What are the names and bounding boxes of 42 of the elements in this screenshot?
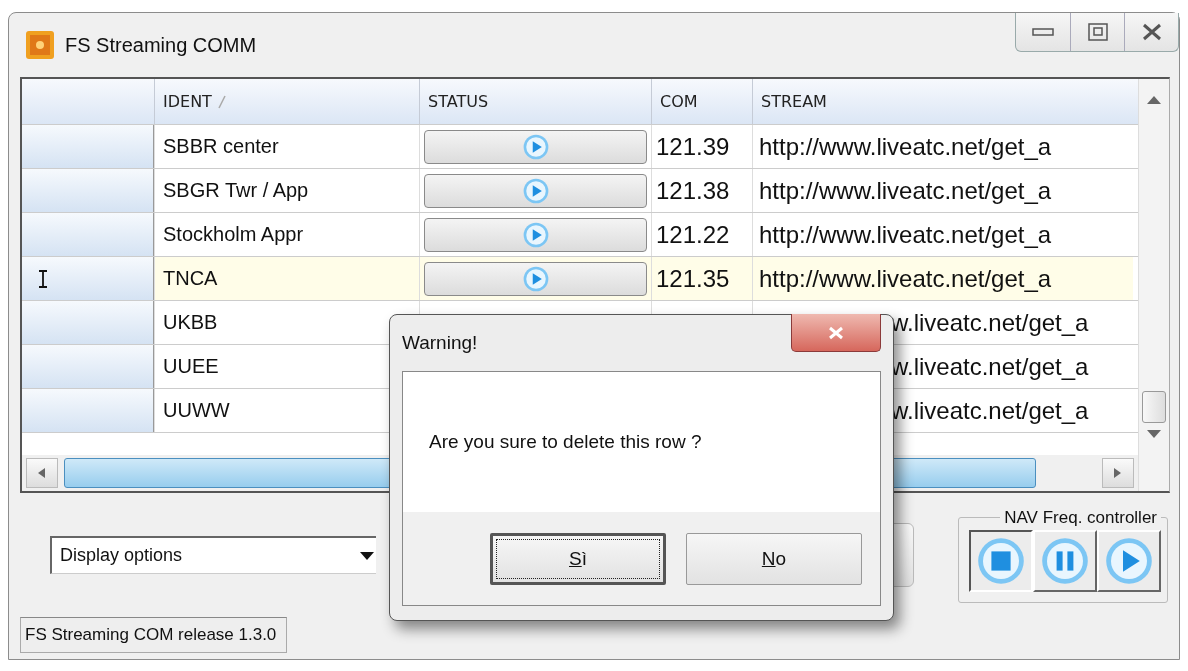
play-button[interactable] [424,217,647,252]
play-button[interactable] [424,173,647,208]
column-header[interactable]: COM [651,79,752,124]
status-text: FS Streaming COM release 1.3.0 [20,617,288,653]
dialog-message: Are you sure to delete this row ? [429,431,702,453]
display-options-dropdown[interactable]: Display options [50,536,376,574]
play-button[interactable] [424,261,647,296]
scrollbar-thumb[interactable] [1142,391,1166,423]
row-indicator-icon [38,269,48,288]
close-button[interactable] [791,314,881,352]
close-icon [828,325,844,340]
play-icon [522,221,549,248]
column-header[interactable]: STATUS [419,79,651,124]
maximize-icon [1087,23,1108,41]
group-title: NAV Freq. controller [1003,507,1158,528]
play-icon [522,265,549,292]
scroll-right-button[interactable] [1102,458,1134,488]
column-header[interactable]: STREAM [752,79,1133,124]
table-cell: TNCA [154,257,419,300]
play-button[interactable] [424,129,647,164]
play-icon [522,177,549,204]
close-icon [1140,23,1163,41]
stop-button[interactable] [969,529,1033,592]
play-icon [1105,536,1153,585]
dropdown-arrow-icon [360,551,374,560]
scroll-up-icon[interactable] [1147,95,1161,105]
pause-button[interactable] [1033,529,1097,592]
dialog-button[interactable]: Sì [490,532,666,585]
pause-icon [1041,536,1089,585]
play-icon [522,133,549,160]
table-cell: http://www.liveatc.net/get_a [752,257,1133,300]
scroll-left-button[interactable] [26,458,58,488]
left-arrow-icon [38,468,46,478]
app-icon [25,30,55,60]
dialog-button[interactable]: No [686,532,862,585]
table-cell: 121.35 [651,257,752,300]
minimize-icon [1032,27,1054,37]
column-header[interactable]: IDENT [154,79,419,124]
right-arrow-icon [1114,468,1122,478]
scroll-down-icon[interactable] [1147,429,1161,439]
stop-icon [977,536,1025,585]
window-title: FS Streaming COMM [65,33,257,57]
